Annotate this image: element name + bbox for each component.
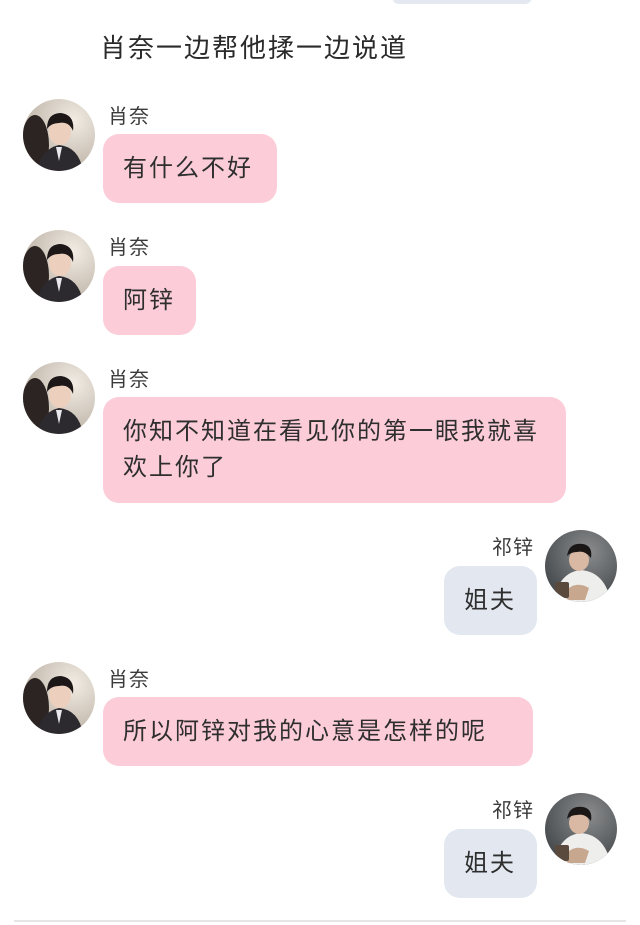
xiaonai-avatar[interactable] <box>23 99 95 171</box>
message-bubble[interactable]: 有什么不好 <box>103 134 277 203</box>
message-bubble[interactable]: 姐夫 <box>444 566 537 635</box>
sender-name: 祁锌 <box>492 798 534 822</box>
sender-name: 肖奈 <box>108 667 150 691</box>
sender-name: 肖奈 <box>108 235 150 259</box>
xiaonai-avatar[interactable] <box>23 230 95 302</box>
qixin-avatar[interactable] <box>545 793 617 865</box>
sender-name: 祁锌 <box>492 535 534 559</box>
message-bubble[interactable]: 你知不知道在看见你的第一眼我就喜欢上你了 <box>103 397 566 503</box>
bottom-divider <box>14 920 626 922</box>
xiaonai-avatar[interactable] <box>23 662 95 734</box>
message-bubble[interactable]: 姐夫 <box>444 829 537 898</box>
qixin-avatar[interactable] <box>545 530 617 602</box>
sender-name: 肖奈 <box>108 104 150 128</box>
previous-message-bubble-edge <box>392 0 532 4</box>
message-bubble[interactable]: 阿锌 <box>103 266 196 335</box>
sender-name: 肖奈 <box>108 367 150 391</box>
narration-text: 肖奈一边帮他揉一边说道 <box>100 34 409 64</box>
message-bubble[interactable]: 所以阿锌对我的心意是怎样的呢 <box>103 697 533 766</box>
xiaonai-avatar[interactable] <box>23 362 95 434</box>
